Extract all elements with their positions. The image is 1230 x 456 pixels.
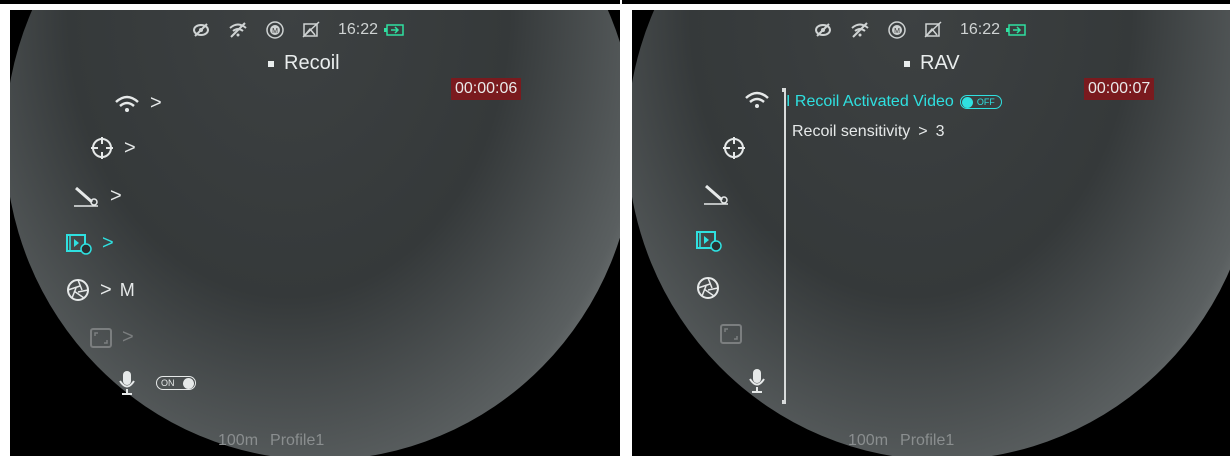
crosshair-icon — [91, 137, 113, 159]
wifi-off-icon — [850, 22, 870, 38]
menu-item-microphone[interactable]: ON — [118, 370, 196, 396]
sensitivity-label: Recoil sensitivity — [792, 123, 911, 140]
menu-item-reticle[interactable]: > — [90, 136, 136, 160]
chevron-right-icon: > — [100, 278, 112, 301]
wifi-off-icon — [228, 22, 248, 38]
menu-item-exposure[interactable]: > M — [66, 278, 135, 302]
menu-title: RAV — [904, 52, 960, 75]
menu-item-frame[interactable]: > — [90, 326, 134, 349]
sensitivity-value: 3 — [935, 123, 945, 140]
image-off-icon — [924, 21, 942, 39]
menu-title-text: Recoil — [284, 52, 340, 74]
rail-tick-bottom — [782, 400, 786, 404]
chevron-right-icon: > — [122, 326, 134, 348]
rail-tick-top — [782, 88, 786, 92]
recording-timer: 00:00:06 — [451, 78, 522, 100]
toggle-label: ON — [161, 378, 175, 388]
battery-charging-icon — [1006, 24, 1026, 36]
profile-name: Profile1 — [270, 432, 325, 449]
scope-rifle-icon[interactable] — [702, 182, 730, 206]
chevron-right-icon: > — [124, 136, 136, 159]
chevron-right-icon: > — [918, 123, 928, 140]
chevron-right-icon: > — [102, 232, 114, 254]
selection-marker: I — [786, 93, 795, 110]
title-dot — [904, 60, 910, 67]
recoil-sensitivity-row[interactable]: Recoil sensitivity > 3 — [792, 123, 945, 141]
frame-icon — [90, 327, 112, 348]
distance: 100m — [848, 432, 889, 449]
svg-text:M: M — [894, 28, 900, 35]
video-timer-icon — [66, 233, 92, 255]
menu-title: Recoil — [268, 52, 340, 75]
image-off-icon — [302, 21, 320, 39]
wifi-icon[interactable] — [744, 90, 770, 110]
microphone-icon[interactable] — [748, 368, 766, 394]
right-screen: M 16:22 RAV 00:00:07 I Recoil Activated … — [632, 10, 1230, 456]
microphone-toggle[interactable]: ON — [156, 376, 196, 390]
title-dot — [268, 60, 274, 67]
clock: 16:22 — [338, 21, 379, 38]
microphone-icon — [119, 371, 135, 395]
aperture-icon — [67, 279, 89, 301]
distance: 100m — [218, 432, 259, 449]
crosshair-icon[interactable] — [722, 136, 746, 160]
chevron-right-icon: > — [110, 184, 122, 207]
chevron-right-icon: > — [150, 92, 162, 114]
battery-charging-icon — [384, 24, 404, 36]
wifi-icon — [115, 95, 139, 112]
panel-divider — [620, 0, 622, 456]
menu-title-text: RAV — [920, 52, 960, 74]
svg-text:M: M — [272, 28, 278, 35]
left-screen: M 16:22 Recoil 00:00:06 > > > > > M > ON… — [10, 10, 620, 456]
footer: 100m Profile1 — [218, 432, 336, 450]
frame-icon[interactable] — [720, 324, 742, 344]
aperture-icon[interactable] — [696, 276, 720, 300]
scope-rifle-icon — [74, 186, 98, 207]
toggle-knob — [961, 97, 973, 108]
m-mode-icon: M — [266, 21, 284, 39]
m-mode-icon: M — [888, 21, 906, 39]
clock: 16:22 — [960, 21, 1001, 38]
rav-label: Recoil Activated Video — [794, 93, 954, 110]
status-bar: M 16:22 — [814, 18, 1044, 42]
top-border — [0, 0, 1230, 4]
eye-off-icon — [814, 22, 832, 38]
menu-item-rav[interactable]: > — [66, 232, 114, 255]
submenu-rail — [782, 88, 786, 404]
profile-name: Profile1 — [900, 432, 955, 449]
menu-item-zeroing[interactable]: > — [72, 184, 122, 208]
menu-item-wifi[interactable]: > — [114, 92, 162, 115]
rav-toggle[interactable]: OFF — [959, 95, 1002, 109]
video-timer-icon[interactable] — [696, 230, 722, 252]
recording-timer: 00:00:07 — [1084, 78, 1155, 100]
eye-off-icon — [192, 22, 210, 38]
mode-value: M — [119, 279, 135, 300]
status-bar: M 16:22 — [192, 18, 422, 42]
footer: 100m Profile1 — [848, 432, 966, 450]
toggle-label: OFF — [976, 97, 995, 107]
rav-toggle-row[interactable]: I Recoil Activated Video OFF — [786, 93, 1002, 111]
toggle-knob — [183, 378, 194, 389]
